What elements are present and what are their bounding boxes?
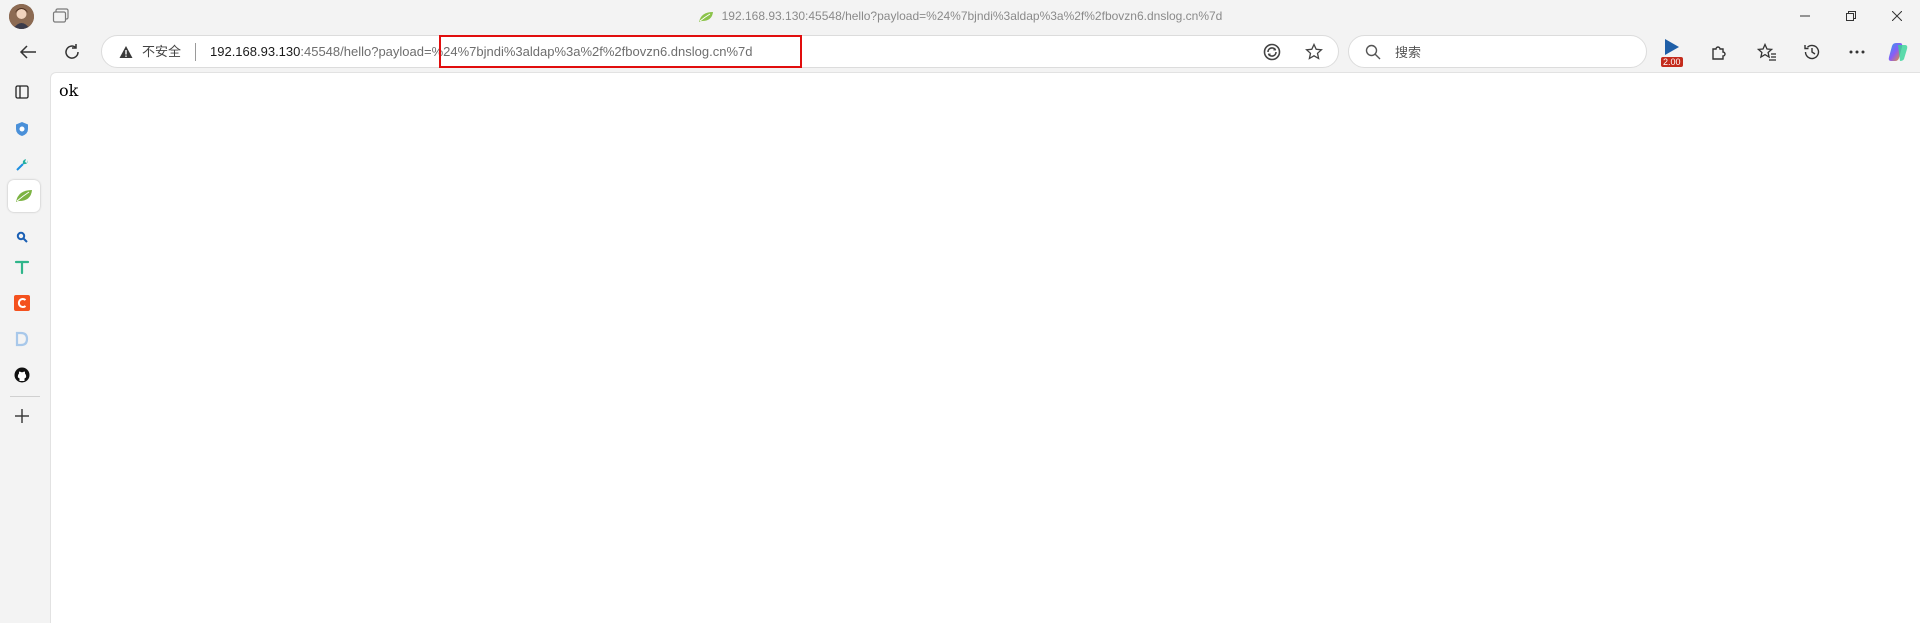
spring-leaf-icon xyxy=(16,190,32,202)
restore-icon xyxy=(1846,11,1856,21)
tools-icon xyxy=(16,159,28,171)
immersive-reader-icon[interactable] xyxy=(1263,43,1281,61)
t-icon xyxy=(14,260,30,275)
search-input[interactable] xyxy=(1395,42,1625,62)
close-button[interactable] xyxy=(1874,0,1920,32)
spring-leaf-icon xyxy=(698,11,714,23)
sidebar-item-vertical-tabs[interactable] xyxy=(6,76,38,108)
minimize-button[interactable] xyxy=(1782,0,1828,32)
sidebar xyxy=(0,72,40,623)
search-icon xyxy=(1365,44,1381,60)
d-icon xyxy=(15,331,29,347)
puzzle-icon xyxy=(1712,46,1726,60)
window-title: 192.168.93.130:45548/hello?payload=%24%7… xyxy=(0,8,1920,24)
favorites-button[interactable] xyxy=(1751,36,1783,68)
sidebar-item-shield[interactable] xyxy=(6,113,38,145)
title-bar: 192.168.93.130:45548/hello?payload=%24%7… xyxy=(0,0,1920,32)
warning-icon[interactable] xyxy=(119,45,133,59)
vertical-tabs-icon xyxy=(15,85,29,99)
sidebar-item-c[interactable] xyxy=(6,287,38,319)
favorite-star-icon[interactable] xyxy=(1305,42,1323,61)
shield-icon xyxy=(16,122,28,136)
window-title-text: 192.168.93.130:45548/hello?payload=%24%7… xyxy=(721,9,1223,23)
sidebar-item-spring[interactable] xyxy=(8,180,40,212)
sidebar-item-t[interactable] xyxy=(6,251,38,283)
c-icon xyxy=(14,295,30,311)
add-icon xyxy=(15,409,29,423)
extension-badge: 2.00 xyxy=(1661,57,1683,67)
address-divider xyxy=(195,43,196,61)
page-content: ok xyxy=(50,72,1920,623)
back-arrow-icon xyxy=(19,45,36,59)
more-icon xyxy=(1849,50,1865,54)
extensions-button[interactable] xyxy=(1703,36,1735,68)
sidebar-item-github[interactable] xyxy=(6,359,38,391)
history-icon xyxy=(1804,44,1820,60)
url-host: 192.168.93.130 xyxy=(210,44,301,59)
restore-button[interactable] xyxy=(1828,0,1874,32)
sidebar-item-d[interactable] xyxy=(6,323,38,355)
refresh-icon xyxy=(65,44,79,59)
search-box[interactable] xyxy=(1348,35,1647,68)
close-icon xyxy=(1892,11,1902,21)
back-button[interactable] xyxy=(12,36,44,68)
favorites-icon xyxy=(1757,43,1776,61)
extension-button[interactable]: 2.00 xyxy=(1661,37,1685,67)
sidebar-item-search[interactable] xyxy=(6,221,38,253)
history-button[interactable] xyxy=(1796,36,1828,68)
github-icon xyxy=(14,367,30,383)
sidebar-divider xyxy=(10,396,40,397)
highlight-annotation-box xyxy=(439,35,802,68)
minimize-icon xyxy=(1800,15,1810,17)
refresh-button[interactable] xyxy=(56,36,88,68)
security-label[interactable]: 不安全 xyxy=(142,44,181,60)
search-icon xyxy=(16,231,28,243)
copilot-icon xyxy=(1888,43,1908,61)
sidebar-add-button[interactable] xyxy=(6,400,38,432)
page-body-text: ok xyxy=(59,81,79,100)
extension-play-icon xyxy=(1665,39,1679,55)
copilot-button[interactable] xyxy=(1882,36,1914,68)
more-options-button[interactable] xyxy=(1841,36,1873,68)
navigation-toolbar: 不安全 192.168.93.130:45548/hello?payload=%… xyxy=(0,32,1920,72)
sidebar-item-tools[interactable] xyxy=(6,149,38,181)
